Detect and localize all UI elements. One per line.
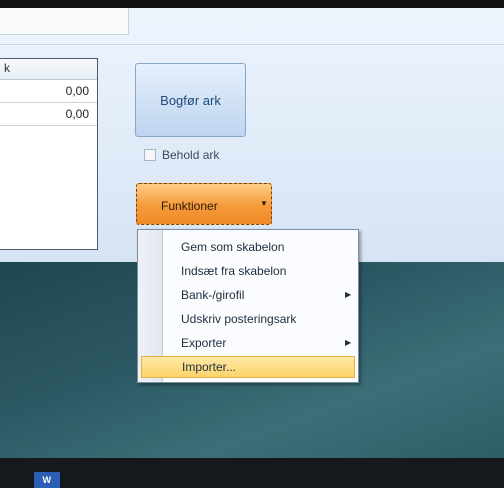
bogfor-ark-button[interactable]: Bogfør ark: [135, 63, 246, 137]
menu-item-label: Importer...: [182, 360, 237, 374]
table-row[interactable]: 0,00: [0, 103, 97, 126]
word-icon-letter: W: [42, 475, 52, 485]
menu-item-label: Gem som skabelon: [181, 240, 285, 254]
grid-header-text: k: [4, 61, 10, 75]
menu-item-label: Udskriv posteringsark: [181, 312, 297, 326]
menu-item-gem-som-skabelon[interactable]: Gem som skabelon: [141, 236, 355, 258]
menu-item-exporter[interactable]: Exporter ▶: [141, 332, 355, 354]
menu-item-indsaet-fra-skabelon[interactable]: Indsæt fra skabelon: [141, 260, 355, 282]
top-input-field[interactable]: [0, 8, 129, 35]
menu-item-label: Bank-/girofil: [181, 288, 245, 302]
grid-header: k: [0, 59, 97, 80]
menu-item-label: Indsæt fra skabelon: [181, 264, 287, 278]
menu-item-bank-girofil[interactable]: Bank-/girofil ▶: [141, 284, 355, 306]
chevron-down-icon: ▼: [260, 199, 268, 208]
bogfor-ark-label: Bogfør ark: [160, 92, 221, 108]
funktioner-menu: Gem som skabelon Indsæt fra skabelon Ban…: [137, 229, 359, 383]
amount-cell[interactable]: 0,00: [66, 107, 89, 121]
amount-cell[interactable]: 0,00: [66, 84, 89, 98]
word-app-icon[interactable]: W: [34, 472, 60, 488]
menu-item-udskriv-posteringsark[interactable]: Udskriv posteringsark: [141, 308, 355, 330]
entry-grid[interactable]: k 0,00 0,00: [0, 58, 98, 250]
table-row[interactable]: 0,00: [0, 80, 97, 103]
window-top-edge: [0, 0, 504, 8]
funktioner-dropdown-button[interactable]: Funktioner ▼: [136, 183, 272, 225]
chevron-right-icon: ▶: [345, 290, 352, 299]
behold-ark-label: Behold ark: [162, 148, 220, 162]
behold-ark-option[interactable]: Behold ark: [144, 148, 219, 162]
chevron-right-icon: ▶: [345, 338, 352, 347]
menu-item-label: Exporter: [181, 336, 227, 350]
menu-item-importer[interactable]: Importer...: [141, 356, 355, 378]
app-window: k 0,00 0,00 Bogfør ark Behold ark Funkti…: [0, 0, 504, 263]
funktioner-label: Funktioner: [161, 199, 218, 213]
taskbar: [0, 458, 504, 488]
separator-line: [0, 44, 504, 45]
behold-ark-checkbox[interactable]: [144, 149, 156, 161]
